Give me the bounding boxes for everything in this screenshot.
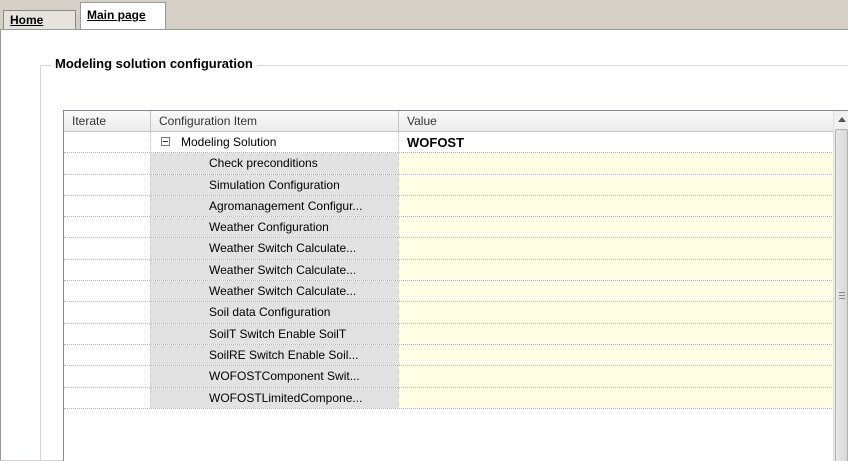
- configuration-item-label: Agromanagement Configur...: [209, 198, 363, 213]
- table-row[interactable]: Check preconditions: [64, 153, 834, 175]
- configuration-item-label: Modeling Solution: [181, 135, 277, 149]
- configuration-item-cell[interactable]: Simulation Configuration: [150, 174, 398, 195]
- configuration-item-label: Weather Switch Calculate...: [209, 284, 357, 299]
- iterate-cell[interactable]: [64, 281, 150, 302]
- table-row[interactable]: Soil data Configuration: [64, 302, 834, 324]
- configuration-item-cell[interactable]: Soil data Configuration: [150, 302, 398, 323]
- value-cell[interactable]: [398, 238, 834, 259]
- iterate-cell[interactable]: [64, 323, 150, 344]
- configuration-item-label: Check preconditions: [209, 156, 318, 171]
- grip-line: [839, 292, 845, 293]
- configuration-item-label: SoilRE Switch Enable Soil...: [209, 347, 359, 362]
- configuration-item-label: Soil data Configuration: [209, 305, 331, 320]
- value-cell[interactable]: [398, 217, 834, 238]
- table-row[interactable]: WOFOSTComponent Swit...: [64, 366, 834, 388]
- column-header-iterate[interactable]: Iterate: [64, 111, 150, 131]
- configuration-item-cell[interactable]: WOFOSTLimitedCompone...: [150, 387, 398, 408]
- vertical-scrollbar[interactable]: [833, 111, 848, 461]
- scroll-up-arrow-icon[interactable]: [834, 111, 848, 128]
- configuration-item-cell[interactable]: SoilT Switch Enable SoilT: [150, 323, 398, 344]
- table-row[interactable]: SoilRE Switch Enable Soil...: [64, 344, 834, 367]
- value-cell[interactable]: [398, 281, 834, 302]
- table-row[interactable]: SoilT Switch Enable SoilT: [64, 323, 834, 345]
- iterate-cell[interactable]: [64, 153, 150, 174]
- configuration-item-cell[interactable]: Weather Switch Calculate...: [150, 281, 398, 302]
- scrollbar-thumb[interactable]: [835, 129, 848, 461]
- grip-line: [839, 298, 845, 299]
- configuration-item-cell[interactable]: Weather Switch Calculate...: [150, 238, 398, 259]
- table-row[interactable]: Modeling Solution WOFOST: [64, 132, 834, 154]
- configuration-item-label: WOFOSTComponent Swit...: [209, 369, 360, 384]
- value-cell[interactable]: [398, 174, 834, 195]
- column-header-value[interactable]: Value: [398, 111, 834, 131]
- value-cell[interactable]: [398, 344, 834, 366]
- grip-line: [839, 295, 845, 296]
- table-row[interactable]: Weather Switch Calculate...: [64, 259, 834, 282]
- configuration-item-label: Weather Switch Calculate...: [209, 262, 357, 277]
- tab-page: Modeling solution configuration Iterate …: [0, 29, 848, 461]
- iterate-cell[interactable]: [64, 132, 150, 153]
- value-cell[interactable]: [398, 323, 834, 344]
- value-cell[interactable]: [398, 153, 834, 174]
- column-header-configuration-item[interactable]: Configuration Item: [150, 111, 398, 131]
- table-row[interactable]: Simulation Configuration: [64, 174, 834, 196]
- iterate-cell[interactable]: [64, 366, 150, 387]
- tab-strip: Home Main page: [0, 0, 848, 30]
- grid-header: Iterate Configuration Item Value: [64, 111, 834, 132]
- value-cell[interactable]: [398, 259, 834, 281]
- configuration-item-label: Simulation Configuration: [209, 177, 340, 192]
- table-row[interactable]: WOFOSTLimitedCompone...: [64, 387, 834, 409]
- iterate-cell[interactable]: [64, 174, 150, 195]
- table-row[interactable]: Weather Configuration: [64, 217, 834, 239]
- iterate-cell[interactable]: [64, 259, 150, 281]
- configuration-item-label: Weather Switch Calculate...: [209, 241, 357, 256]
- iterate-cell[interactable]: [64, 217, 150, 238]
- configuration-item-cell[interactable]: Modeling Solution: [150, 132, 398, 153]
- collapse-toggle-icon[interactable]: [161, 137, 170, 146]
- configuration-item-cell[interactable]: Agromanagement Configur...: [150, 195, 398, 217]
- value-cell[interactable]: [398, 387, 834, 408]
- value-cell[interactable]: WOFOST: [398, 132, 834, 153]
- iterate-cell[interactable]: [64, 344, 150, 366]
- grid-rows: Modeling Solution WOFOST Check preconditio…: [64, 132, 834, 409]
- table-row[interactable]: Weather Switch Calculate...: [64, 281, 834, 303]
- configuration-item-label: WOFOSTLimitedCompone...: [209, 390, 363, 405]
- tab-home[interactable]: Home: [3, 10, 76, 29]
- configuration-grid: Iterate Configuration Item Value Modelin…: [63, 110, 848, 461]
- configuration-item-label: Weather Configuration: [209, 220, 329, 235]
- configuration-item-cell[interactable]: SoilRE Switch Enable Soil...: [150, 344, 398, 366]
- configuration-item-label: SoilT Switch Enable SoilT: [209, 326, 347, 341]
- value-cell[interactable]: [398, 366, 834, 387]
- table-row[interactable]: Weather Switch Calculate...: [64, 238, 834, 260]
- configuration-item-cell[interactable]: Weather Configuration: [150, 217, 398, 238]
- configuration-item-cell[interactable]: WOFOSTComponent Swit...: [150, 366, 398, 387]
- iterate-cell[interactable]: [64, 195, 150, 217]
- value-cell[interactable]: [398, 195, 834, 217]
- table-row[interactable]: Agromanagement Configur...: [64, 195, 834, 218]
- configuration-item-cell[interactable]: Check preconditions: [150, 153, 398, 174]
- configuration-item-cell[interactable]: Weather Switch Calculate...: [150, 259, 398, 281]
- iterate-cell[interactable]: [64, 238, 150, 259]
- iterate-cell[interactable]: [64, 302, 150, 323]
- tab-main-page[interactable]: Main page: [80, 2, 166, 30]
- group-title: Modeling solution configuration: [51, 56, 257, 71]
- value-cell[interactable]: [398, 302, 834, 323]
- iterate-cell[interactable]: [64, 387, 150, 408]
